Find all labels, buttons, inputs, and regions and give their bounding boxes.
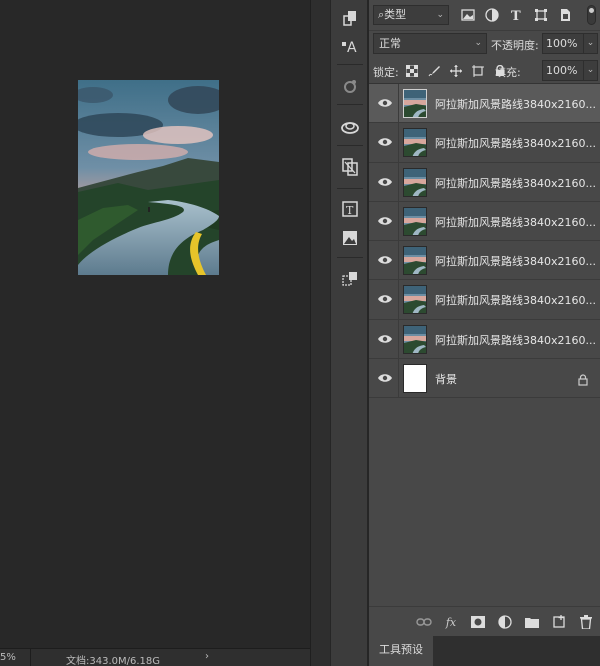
layer-thumbnail[interactable] <box>403 324 427 354</box>
fill-dropdown-button[interactable]: ⌄ <box>584 60 598 81</box>
canvas-area[interactable] <box>0 0 310 648</box>
character-panel-icon[interactable]: A <box>339 35 361 57</box>
blend-mode-select[interactable]: 正常 ⌄ <box>373 33 487 54</box>
lock-icon[interactable] <box>578 371 588 390</box>
pixel-filter-icon[interactable] <box>460 7 476 23</box>
eye-icon[interactable] <box>377 292 393 306</box>
dock-separator <box>337 104 363 105</box>
status-bar: 5% 文档:343.0M/6.18G › <box>0 648 310 666</box>
layer-thumbnail[interactable] <box>403 89 427 118</box>
layer-name[interactable]: 阿拉斯加风景路线3840x2160... <box>435 96 596 112</box>
layer-name[interactable]: 背景 <box>435 371 457 387</box>
document-image[interactable] <box>78 80 219 275</box>
layer-row[interactable]: 阿拉斯加风景路线3840x2160... <box>369 319 600 360</box>
fill-input[interactable]: 100% <box>542 60 584 81</box>
svg-text:A: A <box>347 40 357 55</box>
fill-label: 填充: <box>495 66 521 79</box>
shape-filter-icon[interactable] <box>533 7 549 23</box>
new-layer-icon[interactable] <box>551 615 567 629</box>
properties-panel-icon[interactable] <box>339 75 361 97</box>
eye-icon[interactable] <box>377 214 393 228</box>
bottom-tab-strip: 工具预设 <box>369 636 600 666</box>
layer-name[interactable]: 阿拉斯加风景路线3840x2160... <box>435 253 596 269</box>
layer-thumbnail[interactable] <box>403 128 427 158</box>
dock-separator <box>337 257 363 258</box>
paragraph-panel-icon[interactable]: T <box>339 198 361 220</box>
eye-icon[interactable] <box>377 371 393 385</box>
layer-thumbnail[interactable] <box>403 246 427 276</box>
layer-thumbnail[interactable] <box>403 167 427 197</box>
layer-filter-row: ⌕类型 ⌄ T <box>369 0 600 30</box>
history-panel-icon[interactable] <box>339 7 361 29</box>
chevron-down-icon: ⌄ <box>474 38 482 48</box>
layer-list: 阿拉斯加风景路线3840x2160... 阿拉斯加风景路线3840x2160...… <box>369 84 600 399</box>
image-panel-icon[interactable] <box>339 227 361 249</box>
layer-row[interactable]: 阿拉斯加风景路线3840x2160... <box>369 162 600 202</box>
opacity-label: 不透明度: <box>491 39 539 52</box>
eye-icon[interactable] <box>377 175 393 189</box>
mask-icon[interactable] <box>470 615 486 629</box>
layer-name[interactable]: 阿拉斯加风景路线3840x2160... <box>435 175 596 191</box>
layer-name[interactable]: 阿拉斯加风景路线3840x2160... <box>435 214 596 230</box>
tab-tool-presets[interactable]: 工具预设 <box>369 636 433 666</box>
layer-row[interactable]: 背景 <box>369 359 600 399</box>
panel-dock-column: A T <box>330 0 368 666</box>
zoom-level[interactable]: 5% <box>0 652 16 663</box>
adjustment-filter-icon[interactable] <box>484 7 500 23</box>
layer-thumbnail[interactable] <box>403 206 427 236</box>
navigator-panel-icon[interactable] <box>339 268 361 290</box>
opacity-dropdown-button[interactable]: ⌄ <box>584 33 598 54</box>
layer-name[interactable]: 阿拉斯加风景路线3840x2160... <box>435 135 596 151</box>
adjustment-icon[interactable] <box>497 615 513 629</box>
document-size: 文档:343.0M/6.18G <box>66 656 161 666</box>
lock-artboard-icon[interactable] <box>471 64 485 78</box>
libraries-panel-icon[interactable] <box>339 116 361 138</box>
status-menu-arrow[interactable]: › <box>205 651 209 662</box>
dock-separator <box>337 188 363 189</box>
layers-panel: ⌕类型 ⌄ T 正常 ⌄ 不透明度: 100% ⌄ 锁定: 填充: 100% ⌄… <box>369 0 600 636</box>
opacity-input[interactable]: 100% <box>542 33 584 54</box>
eye-icon[interactable] <box>377 253 393 267</box>
eye-icon[interactable] <box>377 135 393 149</box>
paths-panel-icon[interactable] <box>339 156 361 178</box>
folder-icon[interactable] <box>524 615 540 629</box>
blend-row: 正常 ⌄ 不透明度: 100% ⌄ <box>369 30 600 56</box>
layer-name[interactable]: 阿拉斯加风景路线3840x2160... <box>435 292 596 308</box>
layer-row[interactable]: 阿拉斯加风景路线3840x2160... <box>369 241 600 281</box>
layers-footer-toolbar: fx <box>369 606 600 636</box>
lock-label: 锁定: <box>373 66 399 79</box>
layer-name[interactable]: 阿拉斯加风景路线3840x2160... <box>435 332 596 348</box>
eye-icon[interactable] <box>377 96 393 110</box>
chevron-down-icon: ⌄ <box>436 10 444 20</box>
eye-icon[interactable] <box>377 332 393 346</box>
svg-text:T: T <box>346 204 354 217</box>
layer-row[interactable]: 阿拉斯加风景路线3840x2160... <box>369 280 600 320</box>
filter-toggle-switch[interactable] <box>587 5 596 25</box>
layer-row[interactable]: 阿拉斯加风景路线3840x2160... <box>369 201 600 242</box>
link-icon[interactable] <box>416 615 432 629</box>
status-divider <box>30 649 31 666</box>
lock-row: 锁定: 填充: 100% ⌄ <box>369 56 600 84</box>
layer-thumbnail[interactable] <box>403 285 427 315</box>
lock-transparent-pixels-icon[interactable] <box>405 64 419 78</box>
filter-kind-select[interactable]: ⌕类型 ⌄ <box>373 5 449 25</box>
svg-text:T: T <box>511 9 521 22</box>
photoshop-window: 5% 文档:343.0M/6.18G › A T ⌕类型 ⌄ T 正常 ⌄ 不透… <box>0 0 600 666</box>
dock-separator <box>337 64 363 65</box>
filter-kind-label: 类型 <box>384 8 407 21</box>
smart-object-filter-icon[interactable] <box>557 7 573 23</box>
layer-row[interactable]: 阿拉斯加风景路线3840x2160... <box>369 123 600 163</box>
fx-icon[interactable]: fx <box>443 615 459 629</box>
type-filter-icon[interactable]: T <box>509 7 525 23</box>
panel-gutter <box>310 0 330 666</box>
layer-thumbnail[interactable] <box>403 364 427 394</box>
lock-image-pixels-icon[interactable] <box>427 64 441 78</box>
lock-position-icon[interactable] <box>449 64 463 78</box>
trash-icon[interactable] <box>578 615 594 629</box>
layer-row[interactable]: 阿拉斯加风景路线3840x2160... <box>369 84 600 124</box>
blend-mode-value: 正常 <box>379 37 401 50</box>
dock-separator <box>337 145 363 146</box>
